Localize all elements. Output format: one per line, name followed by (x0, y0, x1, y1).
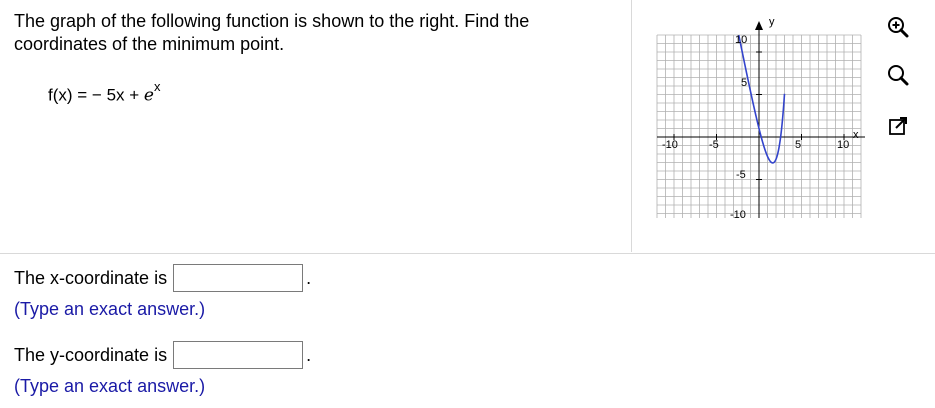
tick-label-x-10: 10 (837, 139, 849, 151)
question-text: The graph of the following function is s… (14, 11, 530, 54)
function-base: e (143, 85, 154, 106)
tick-label-x-neg5: -5 (709, 139, 719, 151)
tick-label-y-neg5: -5 (736, 169, 746, 181)
y-axis-arrow (755, 21, 763, 30)
function-expression: f(x) = − 5x + ex (48, 79, 161, 106)
y-coordinate-row: The y-coordinate is . (14, 341, 311, 369)
y-coordinate-label: The y-coordinate is (14, 344, 168, 365)
zoom-in-button[interactable] (883, 12, 913, 42)
function-lhs: f(x) = − 5x + (48, 85, 144, 105)
zoom-out-icon (888, 65, 909, 86)
x-axis-label: x (853, 129, 859, 141)
x-coordinate-input[interactable] (173, 264, 304, 292)
x-coordinate-label: The x-coordinate is (14, 267, 168, 288)
x-coordinate-period: . (306, 267, 312, 288)
tick-label-y-5: 5 (741, 77, 747, 89)
vertical-divider (631, 0, 632, 252)
horizontal-divider (0, 253, 935, 254)
y-coordinate-period: . (306, 344, 312, 365)
graph-axes (657, 21, 865, 218)
function-graph: x y -10 -5 5 10 10 5 -5 -10 (656, 16, 865, 218)
y-coordinate-input[interactable] (173, 341, 304, 369)
x-coordinate-row: The x-coordinate is . (14, 264, 311, 292)
zoom-out-button[interactable] (883, 60, 913, 90)
x-coordinate-hint: (Type an exact answer.) (14, 299, 206, 319)
y-axis-label: y (769, 16, 775, 28)
tick-label-y-neg10: -10 (730, 209, 746, 218)
tick-label-x-neg10: -10 (662, 139, 678, 151)
y-coordinate-hint: (Type an exact answer.) (14, 376, 206, 396)
open-external-button[interactable] (883, 111, 913, 141)
tick-label-y-10: 10 (735, 34, 747, 46)
zoom-in-icon (888, 17, 909, 38)
open-external-icon (889, 117, 907, 135)
function-curve (737, 34, 786, 164)
tick-label-x-5: 5 (795, 139, 801, 151)
function-exponent: x (153, 79, 161, 94)
